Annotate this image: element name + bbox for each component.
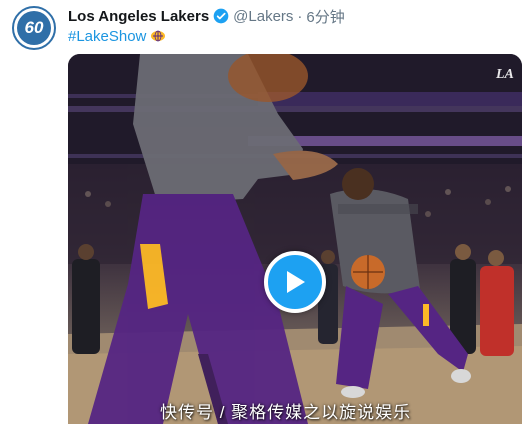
timestamp[interactable]: 6分钟 — [306, 6, 344, 27]
user-handle[interactable]: @Lakers — [233, 8, 293, 25]
tweet-text: #LakeShow — [68, 27, 166, 45]
video-player[interactable]: LA — [68, 54, 522, 424]
verified-badge-icon — [213, 8, 229, 24]
avatar[interactable]: 60 — [12, 6, 56, 50]
display-name[interactable]: Los Angeles Lakers — [68, 8, 209, 25]
video-frame: LA — [68, 54, 522, 424]
tweet-header: Los Angeles Lakers @Lakers · 6分钟 — [68, 6, 345, 27]
svg-text:LA: LA — [495, 67, 514, 82]
hashtag-link[interactable]: #LakeShow — [68, 28, 146, 45]
play-button[interactable] — [264, 251, 326, 313]
play-icon — [282, 268, 308, 296]
lakers-basketball-icon — [150, 30, 166, 42]
separator-dot: · — [297, 7, 303, 25]
video-watermark: 快传号 / 聚格传媒之以旋说娱乐 — [160, 403, 412, 422]
avatar-text: 60 — [24, 18, 44, 37]
avatar-logo: 60 — [17, 11, 51, 45]
